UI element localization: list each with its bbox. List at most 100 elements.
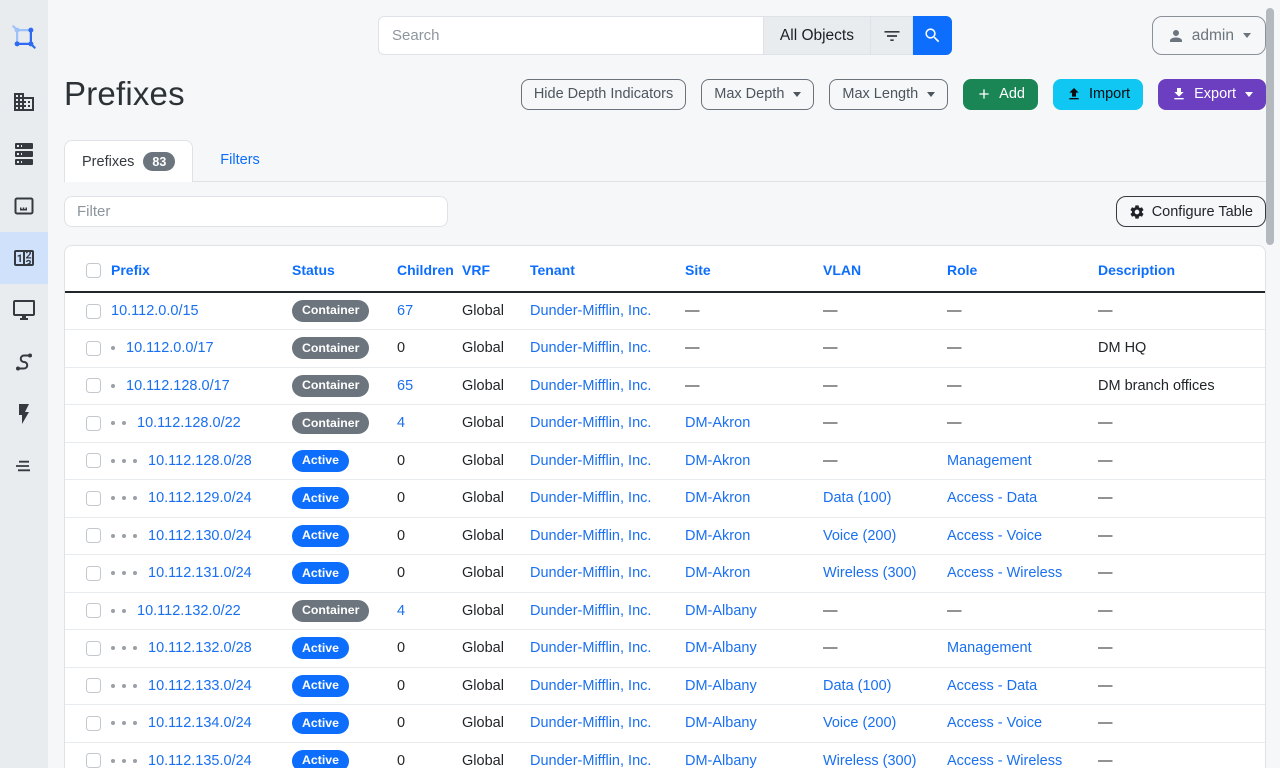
site-link[interactable]: DM-Akron	[685, 415, 750, 431]
site-link[interactable]: DM-Albany	[685, 678, 757, 694]
search-filter-button[interactable]	[870, 16, 913, 55]
row-checkbox[interactable]	[86, 304, 101, 319]
row-checkbox[interactable]	[86, 341, 101, 356]
row-checkbox[interactable]	[86, 603, 101, 618]
prefix-link[interactable]: 10.112.135.0/24	[148, 753, 252, 768]
tab-prefixes[interactable]: Prefixes 83	[64, 140, 193, 182]
vlan-link[interactable]: Voice (200)	[823, 715, 896, 731]
column-header-vrf[interactable]: VRF	[462, 262, 490, 278]
tenant-link[interactable]: Dunder-Mifflin, Inc.	[530, 565, 651, 581]
prefix-link[interactable]: 10.112.132.0/22	[137, 603, 241, 619]
prefix-link[interactable]: 10.112.129.0/24	[148, 490, 252, 506]
sidebar-item-devices[interactable]	[0, 128, 48, 180]
export-dropdown[interactable]: Export	[1158, 79, 1266, 110]
search-submit-button[interactable]	[913, 16, 952, 55]
column-header-role[interactable]: Role	[947, 262, 977, 278]
vlan-link[interactable]: Wireless (300)	[823, 753, 916, 768]
prefix-link[interactable]: 10.112.0.0/15	[111, 303, 199, 319]
prefix-link[interactable]: 10.112.128.0/17	[126, 378, 230, 394]
quick-filter-input[interactable]	[64, 196, 448, 227]
row-checkbox[interactable]	[86, 378, 101, 393]
search-scope-dropdown[interactable]: All Objects	[763, 16, 870, 55]
role-link[interactable]: Management	[947, 640, 1032, 656]
role-link[interactable]: Access - Voice	[947, 715, 1042, 731]
tenant-link[interactable]: Dunder-Mifflin, Inc.	[530, 753, 651, 768]
column-header-prefix[interactable]: Prefix	[111, 262, 150, 278]
children-count-link[interactable]: 67	[397, 303, 413, 319]
hide-depth-indicators-button[interactable]: Hide Depth Indicators	[521, 79, 686, 110]
column-header-site[interactable]: Site	[685, 262, 711, 278]
sidebar-item-connections[interactable]	[0, 180, 48, 232]
role-link[interactable]: Access - Wireless	[947, 565, 1062, 581]
row-checkbox[interactable]	[86, 753, 101, 768]
tenant-link[interactable]: Dunder-Mifflin, Inc.	[530, 415, 651, 431]
user-menu-button[interactable]: admin	[1152, 16, 1266, 55]
prefix-link[interactable]: 10.112.132.0/28	[148, 640, 252, 656]
column-header-tenant[interactable]: Tenant	[530, 262, 575, 278]
search-input[interactable]	[378, 16, 763, 55]
row-checkbox[interactable]	[86, 491, 101, 506]
tenant-link[interactable]: Dunder-Mifflin, Inc.	[530, 490, 651, 506]
prefix-link[interactable]: 10.112.133.0/24	[148, 678, 252, 694]
column-header-status[interactable]: Status	[292, 262, 335, 278]
role-link[interactable]: Access - Data	[947, 490, 1037, 506]
prefix-link[interactable]: 10.112.131.0/24	[148, 565, 252, 581]
column-header-children[interactable]: Children	[397, 262, 454, 278]
site-link[interactable]: DM-Albany	[685, 715, 757, 731]
select-all-checkbox[interactable]	[86, 263, 101, 278]
site-link[interactable]: DM-Albany	[685, 753, 757, 768]
tab-filters[interactable]: Filters	[203, 141, 276, 181]
site-link[interactable]: DM-Akron	[685, 490, 750, 506]
vlan-link[interactable]: Voice (200)	[823, 528, 896, 544]
site-link[interactable]: DM-Albany	[685, 640, 757, 656]
tenant-link[interactable]: Dunder-Mifflin, Inc.	[530, 378, 651, 394]
sidebar-item-operations[interactable]	[0, 440, 48, 492]
children-count-link[interactable]: 4	[397, 415, 405, 431]
tenant-link[interactable]: Dunder-Mifflin, Inc.	[530, 715, 651, 731]
vlan-link[interactable]: Data (100)	[823, 678, 892, 694]
row-checkbox[interactable]	[86, 716, 101, 731]
row-checkbox[interactable]	[86, 453, 101, 468]
role-link[interactable]: Management	[947, 453, 1032, 469]
tenant-link[interactable]: Dunder-Mifflin, Inc.	[530, 603, 651, 619]
vlan-link[interactable]: Data (100)	[823, 490, 892, 506]
sidebar-item-ipam[interactable]	[0, 232, 48, 284]
prefix-link[interactable]: 10.112.134.0/24	[148, 715, 252, 731]
row-checkbox[interactable]	[86, 641, 101, 656]
prefix-link[interactable]: 10.112.130.0/24	[148, 528, 252, 544]
tenant-link[interactable]: Dunder-Mifflin, Inc.	[530, 303, 651, 319]
site-link[interactable]: DM-Albany	[685, 603, 757, 619]
column-header-description[interactable]: Description	[1098, 262, 1175, 278]
prefix-link[interactable]: 10.112.0.0/17	[126, 340, 214, 356]
row-checkbox[interactable]	[86, 678, 101, 693]
prefix-link[interactable]: 10.112.128.0/28	[148, 453, 252, 469]
role-link[interactable]: Access - Wireless	[947, 753, 1062, 768]
add-button[interactable]: Add	[963, 79, 1038, 110]
max-depth-dropdown[interactable]: Max Depth	[701, 79, 814, 110]
sidebar-item-organization[interactable]	[0, 76, 48, 128]
tenant-link[interactable]: Dunder-Mifflin, Inc.	[530, 640, 651, 656]
tenant-link[interactable]: Dunder-Mifflin, Inc.	[530, 340, 651, 356]
row-checkbox[interactable]	[86, 528, 101, 543]
tenant-link[interactable]: Dunder-Mifflin, Inc.	[530, 453, 651, 469]
site-link[interactable]: DM-Akron	[685, 565, 750, 581]
role-link[interactable]: Access - Data	[947, 678, 1037, 694]
netbox-logo[interactable]	[0, 0, 48, 62]
children-count-link[interactable]: 65	[397, 378, 413, 394]
children-count-link[interactable]: 4	[397, 603, 405, 619]
sidebar-item-power[interactable]	[0, 388, 48, 440]
site-link[interactable]: DM-Akron	[685, 528, 750, 544]
import-button[interactable]: Import	[1053, 79, 1143, 110]
tenant-link[interactable]: Dunder-Mifflin, Inc.	[530, 678, 651, 694]
max-length-dropdown[interactable]: Max Length	[829, 79, 948, 110]
site-link[interactable]: DM-Akron	[685, 453, 750, 469]
tenant-link[interactable]: Dunder-Mifflin, Inc.	[530, 528, 651, 544]
role-link[interactable]: Access - Voice	[947, 528, 1042, 544]
sidebar-item-circuits[interactable]	[0, 336, 48, 388]
configure-table-button[interactable]: Configure Table	[1116, 196, 1266, 227]
sidebar-item-virtualization[interactable]	[0, 284, 48, 336]
row-checkbox[interactable]	[86, 566, 101, 581]
page-scrollbar[interactable]	[1266, 8, 1274, 245]
prefix-link[interactable]: 10.112.128.0/22	[137, 415, 241, 431]
vlan-link[interactable]: Wireless (300)	[823, 565, 916, 581]
